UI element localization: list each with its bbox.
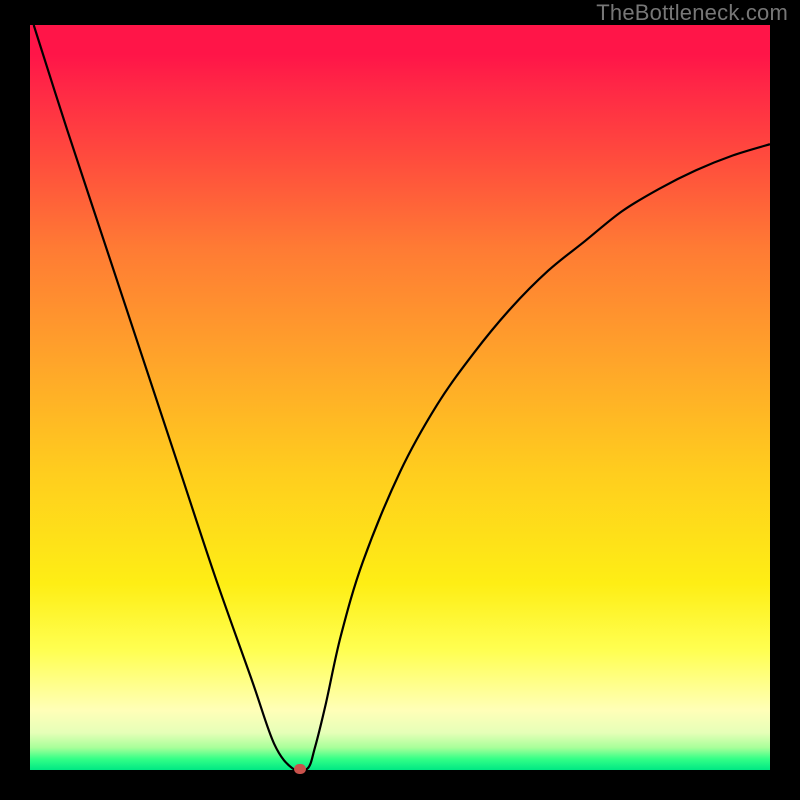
chart-plot-area bbox=[30, 25, 770, 770]
watermark-text: TheBottleneck.com bbox=[596, 0, 788, 26]
chart-min-marker bbox=[294, 764, 306, 774]
chart-curve bbox=[30, 25, 770, 770]
curve-path bbox=[34, 25, 770, 770]
